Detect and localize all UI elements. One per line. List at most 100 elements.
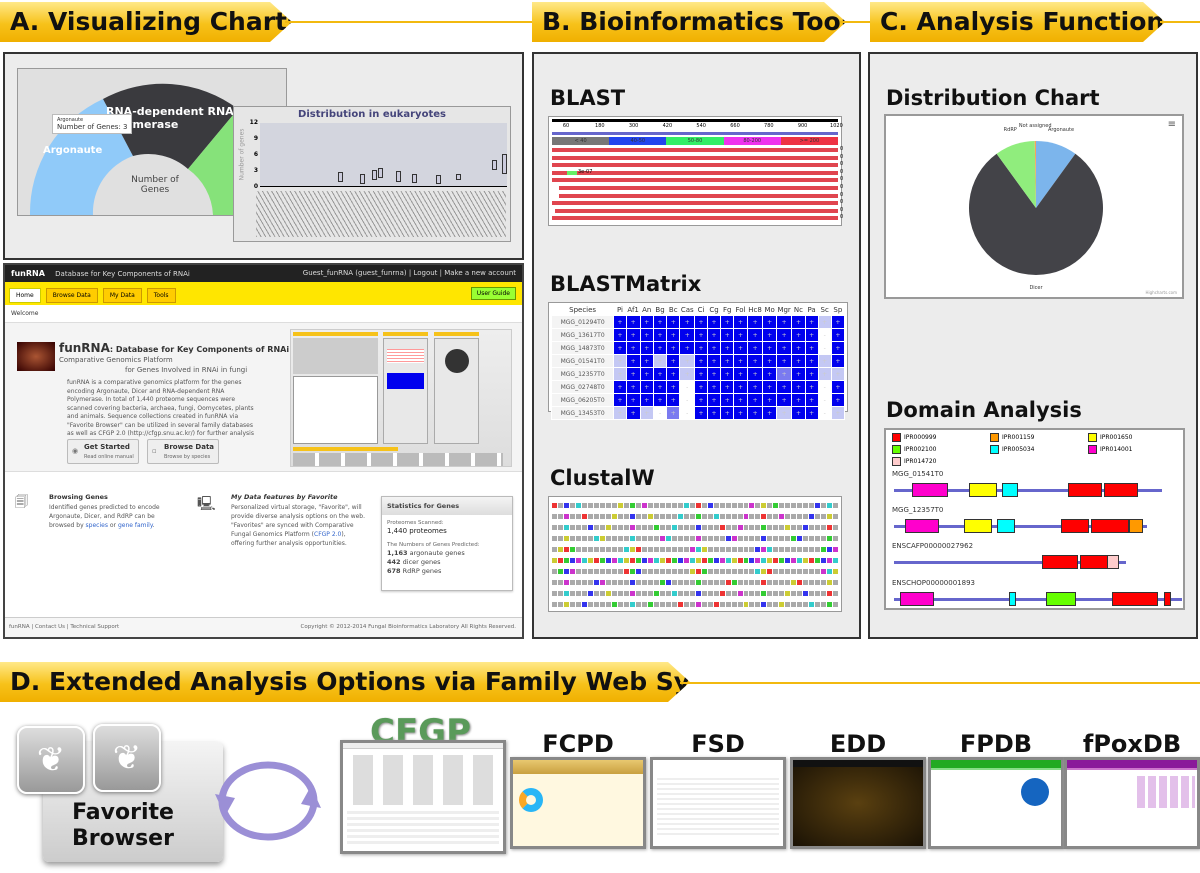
domain-IPR005034[interactable]	[997, 519, 1015, 533]
matrix-cell[interactable]: +	[775, 406, 793, 420]
fpdb-thumbnail[interactable]	[928, 757, 1064, 849]
domain-IPR000999[interactable]	[1080, 555, 1108, 569]
matrix-cell[interactable]: +	[762, 315, 777, 329]
domain-IPR002100[interactable]	[1046, 592, 1076, 606]
matrix-cell[interactable]: +	[804, 341, 819, 355]
matrix-cell[interactable]: +	[830, 393, 846, 407]
matrix-cell[interactable]: +	[720, 354, 735, 368]
matrix-cell[interactable]: +	[775, 341, 793, 355]
matrix-cell[interactable]: +	[613, 341, 627, 355]
domain-IPR000999[interactable]	[1068, 483, 1102, 497]
matrix-cell[interactable]: +	[652, 315, 668, 329]
domain-IPR014001[interactable]	[905, 519, 939, 533]
matrix-cell[interactable]: +	[639, 354, 654, 368]
tab-home[interactable]: Home	[9, 288, 41, 303]
footer-link-support[interactable]: Technical Support	[70, 624, 119, 630]
matrix-cell[interactable]: -	[817, 328, 832, 342]
matrix-cell[interactable]: +	[666, 406, 681, 420]
matrix-cell[interactable]: +	[720, 315, 735, 329]
matrix-cell[interactable]: +	[625, 380, 641, 394]
matrix-cell[interactable]: +	[652, 367, 668, 381]
matrix-cell[interactable]: +	[625, 328, 641, 342]
tab-tools[interactable]: Tools	[146, 288, 176, 303]
matrix-cell[interactable]: +	[733, 367, 748, 381]
matrix-cell[interactable]: -	[817, 341, 832, 355]
matrix-cell[interactable]: +	[706, 328, 722, 342]
matrix-cell[interactable]: -	[652, 406, 668, 420]
matrix-cell[interactable]: +	[613, 367, 627, 381]
matrix-cell[interactable]: +	[762, 367, 777, 381]
tab-my-data[interactable]: My Data	[102, 288, 142, 303]
matrix-cell[interactable]: +	[706, 315, 722, 329]
matrix-cell[interactable]: +	[804, 380, 819, 394]
matrix-cell[interactable]: +	[639, 315, 654, 329]
matrix-cell[interactable]: +	[804, 315, 819, 329]
cfgp-link[interactable]: CFGP 2.0	[314, 531, 341, 538]
matrix-cell[interactable]: +	[762, 328, 777, 342]
edd-thumbnail[interactable]	[790, 757, 926, 849]
matrix-cell[interactable]: +	[762, 406, 777, 420]
matrix-cell[interactable]: +	[775, 354, 793, 368]
matrix-cell[interactable]: +	[791, 367, 806, 381]
domain-IPR001159[interactable]	[1129, 519, 1143, 533]
matrix-cell[interactable]: +	[720, 406, 735, 420]
matrix-cell[interactable]: +	[694, 367, 708, 381]
matrix-cell[interactable]: -	[817, 380, 832, 394]
domain-IPR000999[interactable]	[1061, 519, 1089, 533]
matrix-cell[interactable]: +	[733, 354, 748, 368]
domain-IPR001650[interactable]	[969, 483, 997, 497]
matrix-cell[interactable]: +	[625, 393, 641, 407]
matrix-cell[interactable]: +	[639, 341, 654, 355]
domain-IPR001650[interactable]	[964, 519, 992, 533]
gene-family-link[interactable]: gene family	[118, 522, 153, 529]
matrix-cell[interactable]: +	[625, 315, 641, 329]
matrix-cell[interactable]: +	[775, 328, 793, 342]
get-started-button[interactable]: ◉ Get Started Read online manual	[67, 439, 139, 464]
matrix-cell[interactable]: +	[613, 393, 627, 407]
matrix-cell[interactable]: -	[679, 380, 696, 394]
matrix-cell[interactable]: +	[791, 393, 806, 407]
matrix-cell[interactable]: +	[733, 393, 748, 407]
matrix-cell[interactable]: +	[666, 380, 681, 394]
matrix-cell[interactable]: +	[613, 380, 627, 394]
fcpd-thumbnail[interactable]	[510, 757, 646, 849]
matrix-cell[interactable]: +	[746, 341, 764, 355]
matrix-cell[interactable]: -	[679, 406, 696, 420]
matrix-cell[interactable]: +	[804, 367, 819, 381]
domain-IPR014720[interactable]	[1107, 555, 1119, 569]
matrix-cell[interactable]: +	[804, 328, 819, 342]
matrix-cell[interactable]: +	[746, 406, 764, 420]
matrix-cell[interactable]: +	[762, 341, 777, 355]
matrix-cell[interactable]: +	[679, 367, 696, 381]
footer-link-contact[interactable]: Contact Us	[35, 624, 65, 630]
domain-IPR005034[interactable]	[1009, 592, 1016, 606]
cfgp-thumbnail[interactable]	[340, 740, 506, 854]
matrix-cell[interactable]: +	[625, 354, 641, 368]
user-name[interactable]: Guest_funRNA (guest_funrna)	[303, 269, 407, 277]
matrix-cell[interactable]: +	[652, 328, 668, 342]
matrix-cell[interactable]: +	[706, 354, 722, 368]
matrix-cell[interactable]: +	[791, 315, 806, 329]
matrix-cell[interactable]: +	[720, 341, 735, 355]
matrix-cell[interactable]: +	[746, 315, 764, 329]
domain-IPR014001[interactable]	[900, 592, 934, 606]
matrix-cell[interactable]: +	[706, 406, 722, 420]
matrix-cell[interactable]: +	[804, 406, 819, 420]
matrix-cell[interactable]: +	[775, 380, 793, 394]
fpoxdb-thumbnail[interactable]	[1064, 757, 1200, 849]
brand[interactable]: funRNA	[11, 269, 45, 278]
domain-IPR000999[interactable]	[1112, 592, 1158, 606]
matrix-cell[interactable]: +	[625, 341, 641, 355]
browse-data-button[interactable]: ▫ Browse Data Browse by species	[147, 439, 219, 464]
matrix-cell[interactable]: +	[679, 328, 696, 342]
matrix-cell[interactable]: +	[666, 367, 681, 381]
matrix-cell[interactable]: +	[830, 406, 846, 420]
matrix-cell[interactable]: +	[830, 354, 846, 368]
domain-IPR000999[interactable]	[1104, 483, 1138, 497]
matrix-cell[interactable]: +	[775, 315, 793, 329]
logout-link[interactable]: Logout	[413, 269, 437, 277]
matrix-cell[interactable]: +	[706, 380, 722, 394]
matrix-cell[interactable]: +	[639, 393, 654, 407]
matrix-cell[interactable]: +	[791, 341, 806, 355]
new-account-link[interactable]: Make a new account	[444, 269, 516, 277]
